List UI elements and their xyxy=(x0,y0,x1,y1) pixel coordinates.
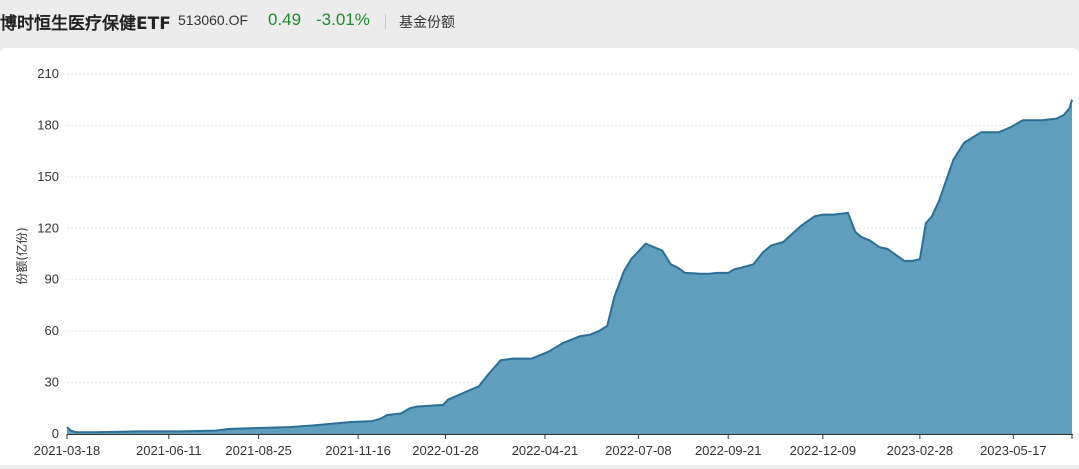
x-tick-label: 2022-12-09 xyxy=(790,443,857,458)
x-tick-label: 2021-08-25 xyxy=(225,443,292,458)
x-tick-label: 2023-02-28 xyxy=(887,443,954,458)
metric-label: 基金份额 xyxy=(399,15,455,31)
header-divider xyxy=(385,14,386,29)
fund-code: 513060.OF xyxy=(178,12,249,28)
y-tick-label: 150 xyxy=(37,169,59,184)
chart-panel: 0 30 60 90 120 150 180 210 份额(亿份) 2021-03-18 202… xyxy=(0,48,1079,465)
y-tick-label: 210 xyxy=(37,66,59,81)
fund-change-percent: -3.01% xyxy=(316,10,370,29)
y-tick-label: 60 xyxy=(45,323,59,338)
x-tick-label: 2022-01-28 xyxy=(412,443,479,458)
y-tick-label: 0 xyxy=(52,426,59,441)
x-tick-label: 2021-11-16 xyxy=(325,443,391,458)
fund-header: 博时恒生医疗保健ETF 513060.OF 0.49 -3.01% 基金份额 xyxy=(0,0,1079,44)
fund-share-chart[interactable]: 0306090120150180210 份额(亿份) 2021-03-18 202… xyxy=(0,48,1079,465)
x-tick-label: 2023-05-17 xyxy=(980,443,1047,458)
x-tick-label: 2021-06-11 xyxy=(136,443,202,458)
y-axis-ticks: 0 30 60 90 120 150 180 210 xyxy=(37,66,59,441)
y-tick-label: 90 xyxy=(45,272,59,287)
x-tick-label: 2022-07-08 xyxy=(605,443,672,458)
y-tick-label: 120 xyxy=(37,220,59,235)
x-tick-label: 2022-04-21 xyxy=(512,443,579,458)
fund-name: 博时恒生医疗保健ETF xyxy=(0,14,171,34)
share-area-series xyxy=(67,99,1072,434)
x-tick-label: 2021-03-18 xyxy=(34,443,101,458)
y-tick-label: 180 xyxy=(37,117,59,132)
x-tick-label: 2022-09-21 xyxy=(695,443,762,458)
x-axis-ticks: 2021-03-18 2021-06-11 2021-08-25 2021-11-16… xyxy=(34,434,1073,458)
y-axis-label: 份额(亿份) xyxy=(14,227,29,284)
y-tick-label: 30 xyxy=(45,375,59,390)
fund-price: 0.49 xyxy=(268,10,302,29)
